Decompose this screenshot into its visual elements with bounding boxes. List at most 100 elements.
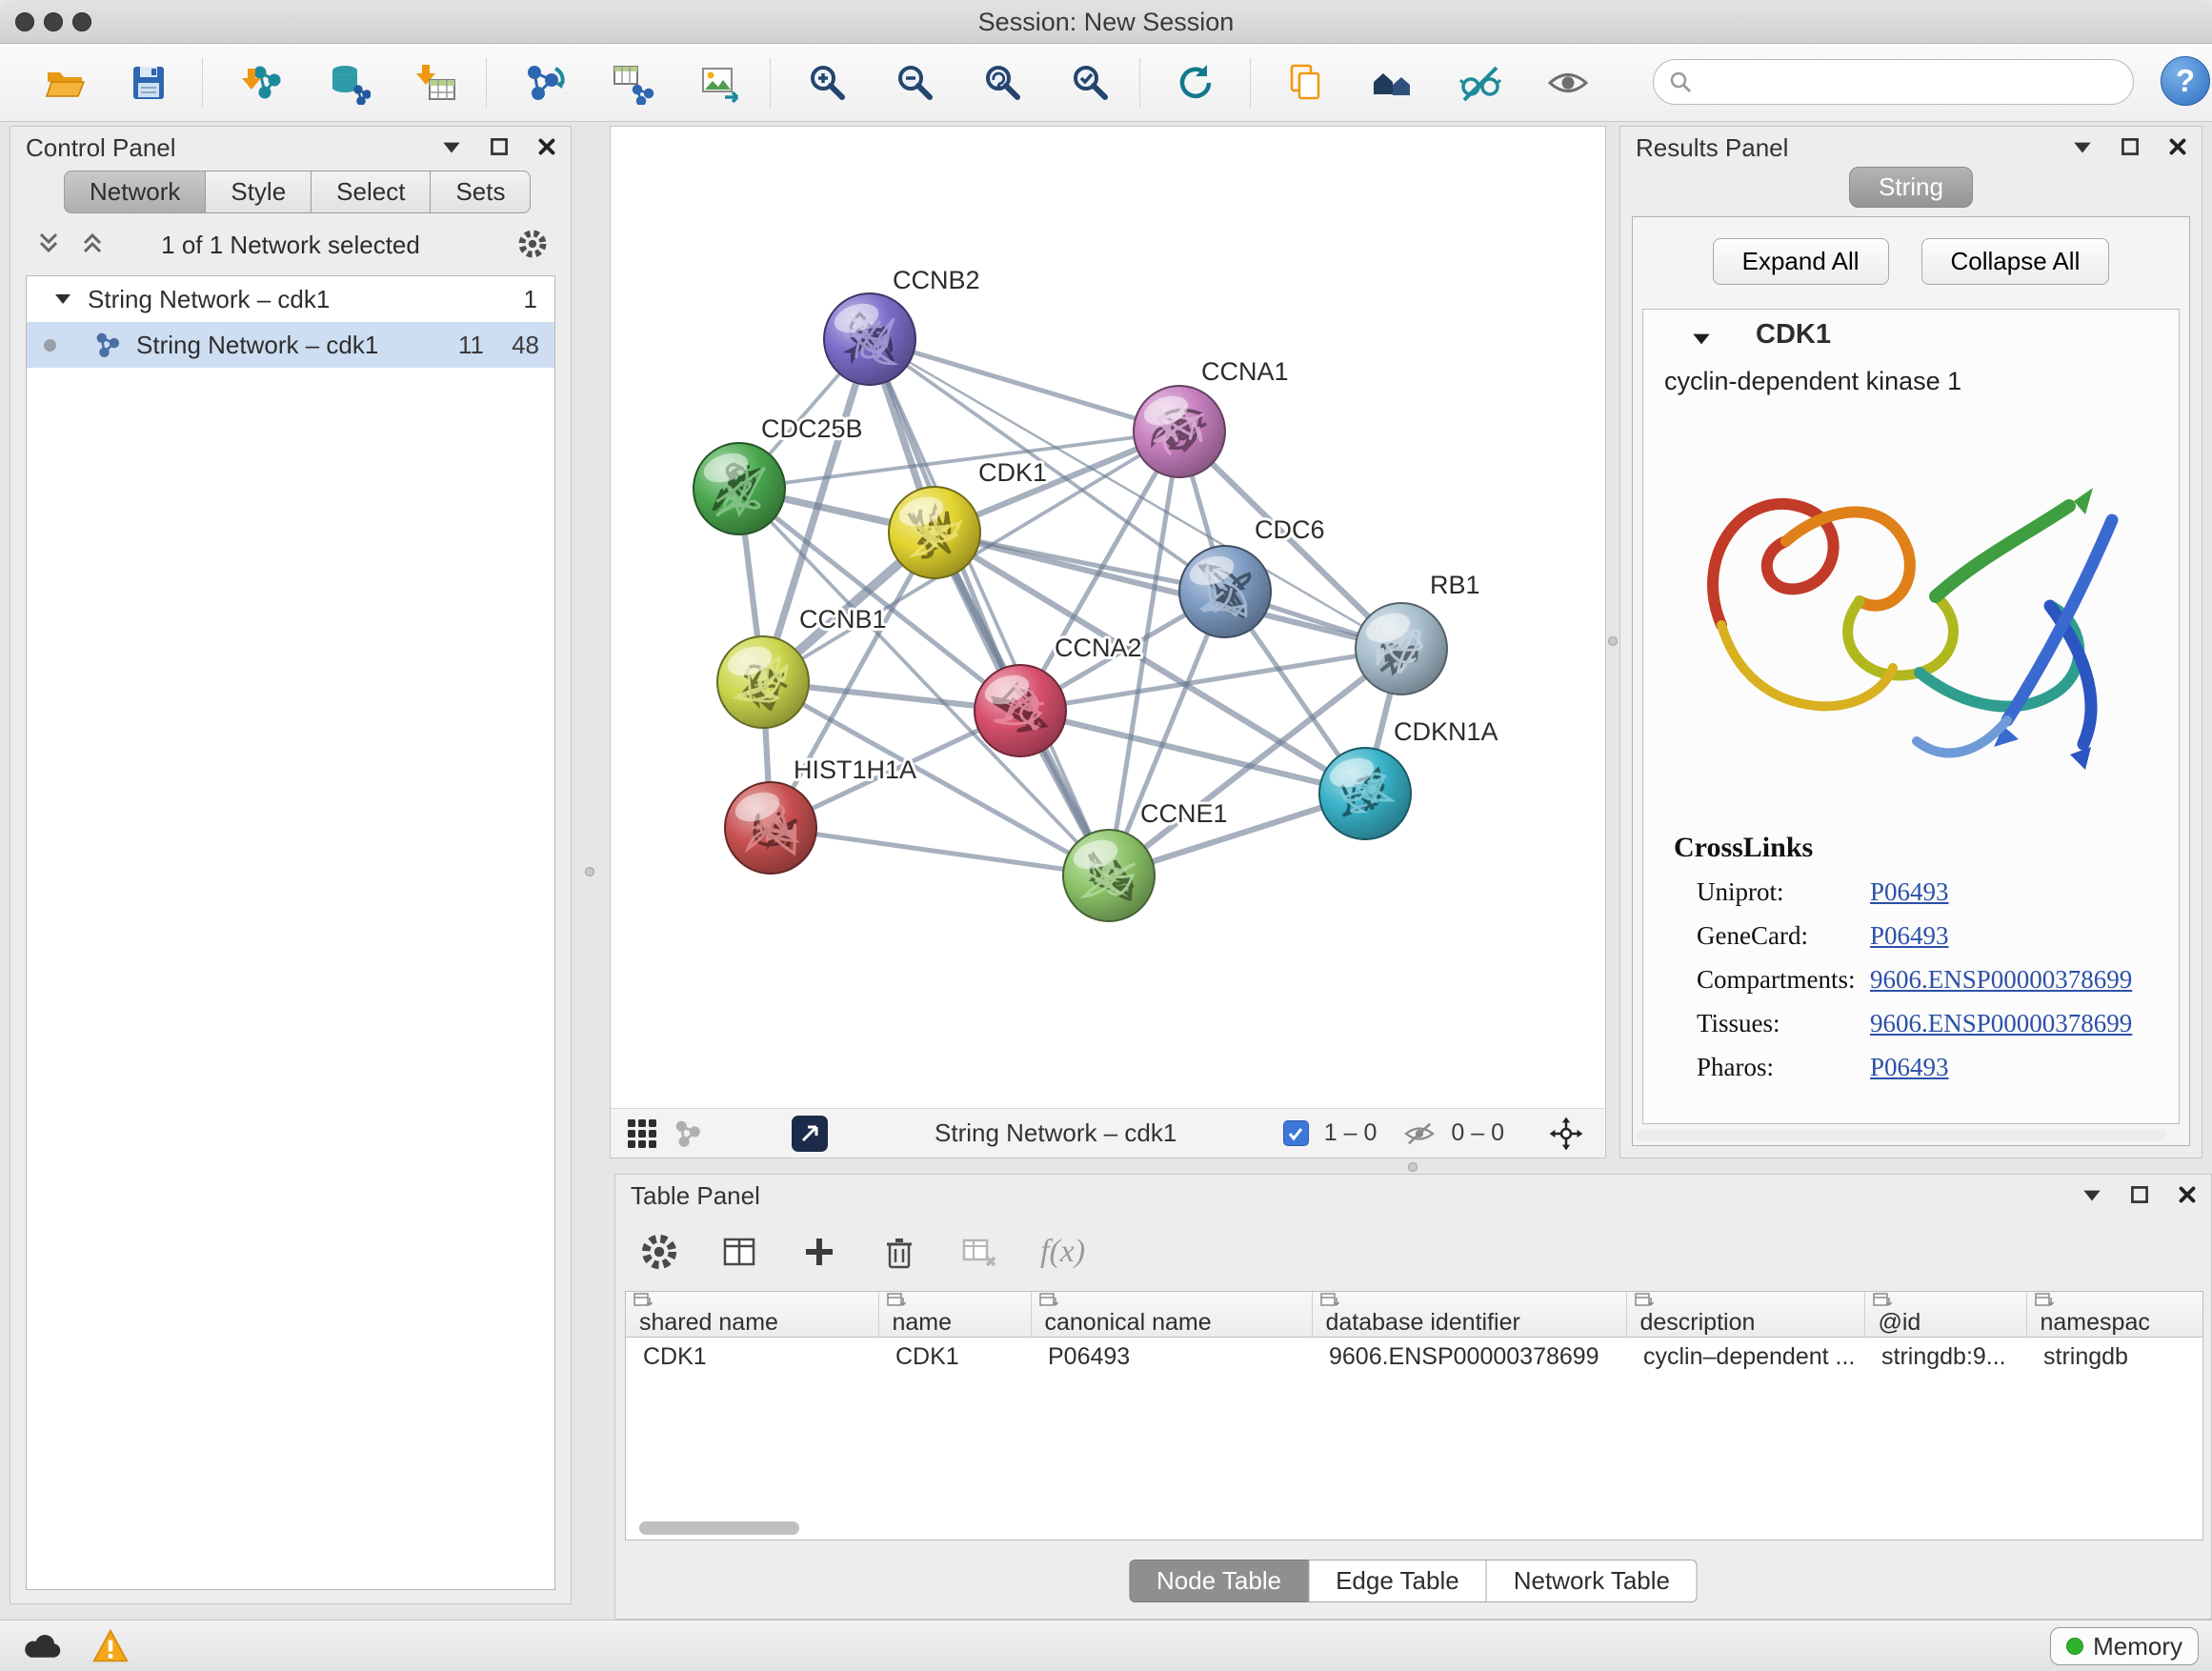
import-table-from-file-button[interactable] [410, 56, 463, 110]
show-columns-icon[interactable] [720, 1233, 758, 1271]
delete-column-trash-icon[interactable] [880, 1233, 918, 1271]
column-header-id[interactable]: @id [1864, 1292, 2026, 1338]
show-all-button[interactable] [1541, 56, 1595, 110]
close-panel-icon[interactable] [2175, 1182, 2200, 1207]
network-edge-HIST1H1A-CCNE1[interactable] [771, 828, 1109, 876]
column-header-database-identifier[interactable]: database identifier [1312, 1292, 1626, 1338]
crosslink-compartments[interactable]: 9606.ENSP00000378699 [1870, 965, 2132, 995]
network-and-table-button[interactable] [606, 56, 659, 110]
hide-selection-button[interactable] [1454, 56, 1507, 110]
crosslink-uniprot[interactable]: P06493 [1870, 877, 1949, 907]
birdseye-view-icon[interactable] [674, 1118, 704, 1149]
float-panel-icon[interactable] [2118, 134, 2142, 159]
tab-sets[interactable]: Sets [430, 171, 531, 213]
network-node-CDC6[interactable] [1179, 546, 1271, 637]
right-splitter-handle[interactable] [1608, 636, 1618, 646]
table-settings-gear-icon[interactable] [640, 1233, 678, 1271]
save-session-button[interactable] [122, 56, 175, 110]
table-panel-title: Table Panel [631, 1181, 760, 1211]
tab-node-table[interactable]: Node Table [1129, 1560, 1308, 1602]
cell-shared-name[interactable]: CDK1 [626, 1338, 878, 1378]
column-header-description[interactable]: description [1626, 1292, 1864, 1338]
network-node-CCNB1[interactable] [717, 636, 809, 728]
results-scrollbar-track[interactable] [1637, 1130, 2166, 1141]
network-canvas[interactable]: CCNB2CCNA1CDC25BCDK1CDC6RB1CCNB1CCNA2CDK… [611, 127, 1605, 1108]
section-collapse-caret-icon[interactable] [1689, 327, 1714, 352]
crosslink-pharos[interactable]: P06493 [1870, 1053, 1949, 1082]
float-panel-icon[interactable] [487, 134, 512, 159]
network-node-CCNE1[interactable] [1063, 830, 1155, 921]
import-network-from-file-button[interactable] [234, 56, 288, 110]
network-node-CDK1[interactable] [889, 487, 980, 578]
network-row-selected[interactable]: String Network – cdk1 11 48 [27, 322, 554, 368]
collapse-all-button[interactable]: Collapse All [1921, 238, 2110, 285]
network-node-RB1[interactable] [1356, 603, 1447, 695]
grid-view-icon[interactable] [626, 1117, 658, 1150]
cell-namespace[interactable]: stringdb [2026, 1338, 2202, 1378]
copy-button[interactable] [1278, 56, 1332, 110]
close-panel-icon[interactable] [2165, 134, 2190, 159]
table-row[interactable]: CDK1 CDK1 P06493 9606.ENSP00000378699 cy… [626, 1338, 2202, 1378]
cell-description[interactable]: cyclin–dependent ... [1626, 1338, 1864, 1378]
panel-menu-icon[interactable] [2080, 1182, 2104, 1207]
column-header-canonical-name[interactable]: canonical name [1031, 1292, 1312, 1338]
horizontal-scrollbar-thumb[interactable] [639, 1521, 799, 1535]
cell-id[interactable]: stringdb:9... [1864, 1338, 2026, 1378]
protein-section-header[interactable]: CDK1 [1643, 310, 2179, 361]
warnings-button[interactable] [84, 1627, 137, 1665]
cell-canonical-name[interactable]: P06493 [1031, 1338, 1312, 1378]
cell-name[interactable]: CDK1 [878, 1338, 1031, 1378]
network-node-CDKN1A[interactable] [1319, 748, 1411, 839]
zoom-selected-button[interactable] [1063, 56, 1116, 110]
tab-network-table[interactable]: Network Table [1486, 1560, 1698, 1602]
new-network-button[interactable] [518, 56, 572, 110]
network-node-CCNA2[interactable] [975, 665, 1066, 756]
network-node-HIST1H1A[interactable] [725, 782, 816, 874]
help-button[interactable]: ? [2161, 56, 2210, 106]
export-image-button[interactable] [694, 56, 747, 110]
close-panel-icon[interactable] [534, 134, 559, 159]
export-view-button[interactable] [792, 1116, 828, 1152]
cloud-status-button[interactable] [15, 1627, 69, 1665]
home-button[interactable] [1366, 56, 1419, 110]
refresh-button[interactable] [1168, 56, 1221, 110]
left-splitter-handle[interactable] [585, 867, 594, 876]
column-header-namespace[interactable]: namespac [2026, 1292, 2202, 1338]
float-panel-icon[interactable] [2127, 1182, 2152, 1207]
crosslink-genecard[interactable]: P06493 [1870, 921, 1949, 951]
column-header-name[interactable]: name [878, 1292, 1031, 1338]
column-header-shared-name[interactable]: shared name [626, 1292, 878, 1338]
tab-edge-table[interactable]: Edge Table [1308, 1560, 1486, 1602]
network-node-CDC25B[interactable] [694, 443, 785, 534]
cell-database-identifier[interactable]: 9606.ENSP00000378699 [1312, 1338, 1626, 1378]
network-view-panel[interactable]: CCNB2CCNA1CDC25BCDK1CDC6RB1CCNB1CCNA2CDK… [610, 126, 1606, 1158]
network-edge-CCNB2-CCNA1[interactable] [870, 339, 1179, 432]
network-node-CCNB2[interactable] [824, 293, 915, 385]
selected-checkbox[interactable] [1283, 1120, 1309, 1146]
tab-select[interactable]: Select [311, 171, 430, 213]
expand-all-button[interactable]: Expand All [1713, 238, 1889, 285]
zoom-fit-button[interactable] [975, 56, 1029, 110]
zoom-in-button[interactable] [800, 56, 854, 110]
gear-icon[interactable] [517, 229, 548, 259]
bottom-splitter-handle[interactable] [1408, 1162, 1418, 1172]
open-session-button[interactable] [38, 56, 91, 110]
pan-crosshair-icon[interactable] [1548, 1116, 1584, 1152]
crosslink-label: Tissues: [1697, 1009, 1780, 1038]
zoom-out-button[interactable] [888, 56, 941, 110]
network-edge-CCNB2-CCNE1[interactable] [870, 339, 1109, 876]
import-network-from-database-button[interactable] [322, 56, 375, 110]
memory-button[interactable]: Memory [2050, 1627, 2199, 1665]
network-node-CCNA1[interactable] [1134, 386, 1225, 477]
panel-menu-icon[interactable] [439, 134, 464, 159]
crosslink-tissues[interactable]: 9606.ENSP00000378699 [1870, 1009, 2132, 1038]
results-tab-string[interactable]: String [1849, 167, 1973, 208]
add-column-plus-icon[interactable] [800, 1233, 838, 1271]
search-input[interactable] [1701, 69, 2120, 96]
network-collection-row[interactable]: String Network – cdk1 1 [27, 276, 554, 322]
tab-style[interactable]: Style [205, 171, 311, 213]
tab-network[interactable]: Network [64, 171, 205, 213]
panel-menu-icon[interactable] [2070, 134, 2095, 159]
collection-expand-caret-icon[interactable] [51, 288, 74, 311]
hidden-eye-slash-icon[interactable] [1403, 1119, 1436, 1148]
